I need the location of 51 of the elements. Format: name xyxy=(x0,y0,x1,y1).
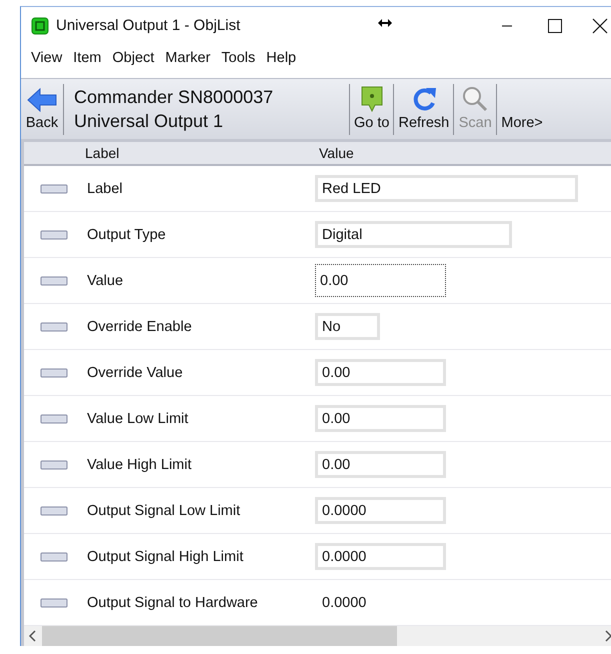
property-label: Override Enable xyxy=(87,318,193,334)
property-icon xyxy=(40,368,68,378)
menu-item[interactable]: Item xyxy=(71,50,110,66)
property-icon xyxy=(40,598,68,608)
value-field[interactable]: 0.0000 xyxy=(315,543,446,570)
value-field[interactable]: Digital xyxy=(315,221,512,248)
property-label: Value xyxy=(87,272,124,288)
property-label: Output Signal High Limit xyxy=(87,548,244,564)
menu-item[interactable]: Object xyxy=(110,50,164,66)
property-value: 0.0000 xyxy=(321,594,366,610)
property-icon xyxy=(40,414,68,424)
menu-item[interactable]: Marker xyxy=(163,50,220,66)
property-label: Label xyxy=(87,180,124,196)
value-field[interactable]: 0.00 xyxy=(315,359,446,386)
property-icon xyxy=(40,322,68,332)
column-header: Value xyxy=(319,145,354,161)
property-icon xyxy=(40,506,68,516)
property-label: Value Low Limit xyxy=(87,410,190,426)
app-icon xyxy=(31,16,49,34)
property-icon xyxy=(40,276,68,286)
value-field[interactable]: 0.00 xyxy=(315,264,446,297)
menu-item[interactable]: Tools xyxy=(219,50,264,66)
property-label: Output Signal Low Limit xyxy=(87,502,242,518)
value-field[interactable]: 0.0000 xyxy=(315,497,446,524)
scrollbar-thumb[interactable] xyxy=(42,626,397,646)
property-icon xyxy=(40,552,68,562)
value-field[interactable]: Red LED xyxy=(315,175,578,202)
magnifier-icon xyxy=(461,85,490,113)
menu-item[interactable]: Help xyxy=(264,50,306,66)
property-label: Override Value xyxy=(87,364,184,380)
property-icon xyxy=(40,230,68,240)
value-field[interactable]: No xyxy=(315,313,380,340)
property-icon xyxy=(40,460,68,470)
resize-cursor-icon xyxy=(378,19,392,27)
column-header: Label xyxy=(85,145,120,161)
menu-item[interactable]: View xyxy=(29,50,72,66)
value-field[interactable]: 0.00 xyxy=(315,451,446,478)
property-label: Output Type xyxy=(87,226,167,242)
back-button[interactable]: Back xyxy=(21,79,63,139)
property-label: Output Signal to Hardware xyxy=(87,594,259,610)
property-label: Value High Limit xyxy=(87,456,193,472)
left-arrow-icon xyxy=(26,87,58,113)
object-heading: Commander SN8000037 xyxy=(74,86,274,109)
window-title: Universal Output 1 - ObjList xyxy=(56,17,240,34)
value-field[interactable]: 0.00 xyxy=(315,405,446,432)
goto-button[interactable]: Go to xyxy=(350,79,394,139)
refresh-button[interactable]: Refresh xyxy=(394,79,454,139)
property-icon xyxy=(40,184,68,194)
map-pin-icon xyxy=(358,85,385,113)
more-button[interactable]: More> xyxy=(497,79,547,139)
object-heading: Universal Output 1 xyxy=(74,110,224,133)
